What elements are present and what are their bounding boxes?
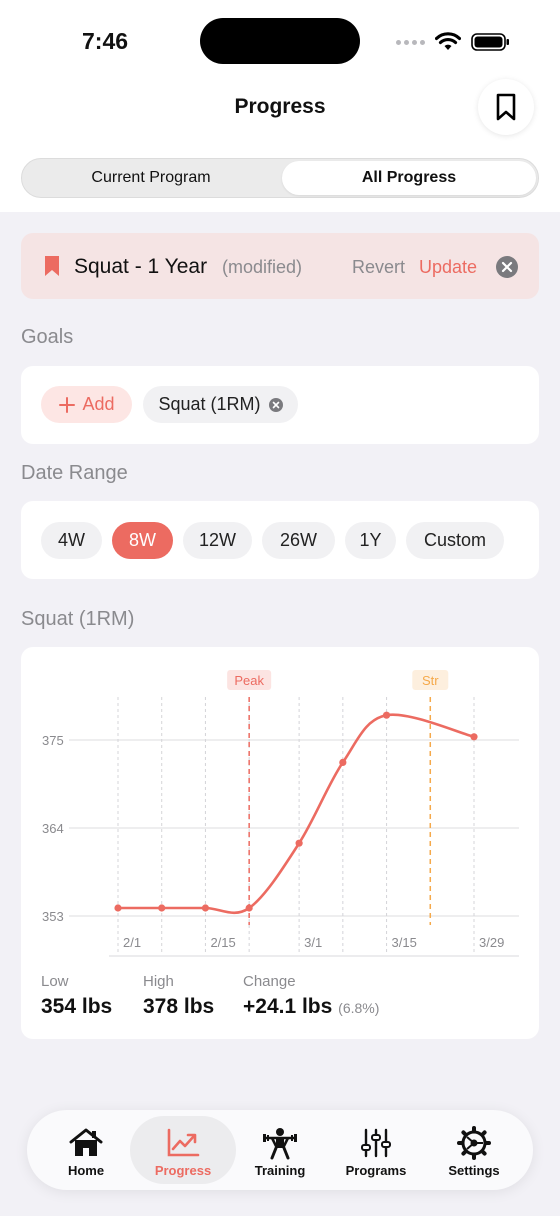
data-point <box>339 758 347 766</box>
close-icon[interactable] <box>496 256 518 278</box>
x-tick-label: 2/1 <box>123 935 141 950</box>
marker-label: Str <box>422 673 439 688</box>
y-tick-label: 375 <box>42 733 64 748</box>
x-tick-label: 3/15 <box>392 935 417 950</box>
dynamic-island <box>200 18 360 64</box>
chart-card: 353 364 375 2/1 2/15 3/1 3/15 3/29 Peak Str Low 3… <box>21 647 539 1039</box>
x-tick-label: 2/15 <box>210 935 235 950</box>
view-segmented-control: Current Program All Progress <box>21 158 539 198</box>
revert-button[interactable]: Revert <box>352 257 405 278</box>
chart-section-title: Squat (1RM) <box>21 608 135 630</box>
progress-chart: 353 364 375 2/1 2/15 3/1 3/15 3/29 Peak Str <box>42 670 519 957</box>
x-tick-label: 3/29 <box>479 935 504 950</box>
range-option-26w[interactable]: 26W <box>262 522 335 559</box>
status-indicators <box>396 30 511 54</box>
top-area: 7:46 Progress Current Program All Progre… <box>0 0 560 212</box>
x-tick-label: 3/1 <box>304 935 322 950</box>
goal-chip[interactable]: Squat (1RM) <box>143 386 298 423</box>
goal-chip-label: Squat (1RM) <box>158 394 261 414</box>
range-option-8w[interactable]: 8W <box>112 522 173 559</box>
tab-programs[interactable]: Programs <box>323 1116 429 1184</box>
tab-settings-label: Settings <box>448 1163 500 1178</box>
bookmark-button[interactable] <box>478 79 534 135</box>
signal-icon <box>396 39 425 45</box>
current-program-tab[interactable]: Current Program <box>24 161 278 195</box>
date-range-card: 4W 8W 12W 26W 1Y Custom <box>21 501 539 579</box>
tab-training-label: Training <box>254 1163 306 1178</box>
data-point <box>245 904 253 912</box>
range-option-1y[interactable]: 1Y <box>345 522 396 559</box>
high-value: 378 lbs <box>143 995 215 1018</box>
page-title: Progress <box>234 95 326 118</box>
low-value: 354 lbs <box>41 995 113 1018</box>
tab-home[interactable]: Home <box>33 1116 139 1184</box>
range-option-4w[interactable]: 4W <box>41 522 102 559</box>
chart-icon <box>167 1128 200 1157</box>
y-tick-label: 364 <box>42 821 64 836</box>
program-banner: Squat - 1 Year (modified) Revert Update <box>21 233 539 299</box>
tab-programs-label: Programs <box>345 1163 407 1178</box>
home-icon <box>69 1128 103 1156</box>
data-point <box>295 839 303 847</box>
remove-goal-icon[interactable] <box>268 397 283 412</box>
change-percent: (6.8%) <box>338 1000 380 1016</box>
tab-training[interactable]: Training <box>227 1116 333 1184</box>
battery-icon <box>471 33 509 51</box>
goals-card: Add Squat (1RM) <box>21 366 539 444</box>
high-label: High <box>143 973 174 990</box>
data-point <box>158 904 166 912</box>
change-label: Change <box>243 973 296 990</box>
status-time: 7:46 <box>82 28 129 54</box>
data-point <box>114 904 122 912</box>
all-progress-tab[interactable]: All Progress <box>282 161 536 195</box>
y-tick-label: 353 <box>42 909 64 924</box>
tab-progress-label: Progress <box>154 1163 212 1178</box>
sliders-icon <box>361 1128 391 1158</box>
plus-icon <box>59 396 76 413</box>
add-goal-button[interactable]: Add <box>41 386 132 423</box>
tab-home-label: Home <box>67 1163 105 1178</box>
range-option-12w[interactable]: 12W <box>183 522 252 559</box>
data-point <box>201 904 210 912</box>
add-goal-label: Add <box>82 394 115 414</box>
change-value: +24.1 lbs <box>243 995 333 1018</box>
tab-settings[interactable]: Settings <box>421 1116 527 1184</box>
goals-section-title: Goals <box>21 326 74 348</box>
gear-icon <box>457 1126 491 1160</box>
program-modified-label: (modified) <box>222 257 303 277</box>
change-value-row: +24.1 lbs (6.8%) <box>243 995 379 1019</box>
range-option-custom[interactable]: Custom <box>406 522 504 559</box>
update-button[interactable]: Update <box>419 257 477 278</box>
data-point <box>382 711 391 719</box>
bookmark-icon <box>496 93 516 121</box>
low-label: Low <box>41 973 69 990</box>
series-line <box>116 713 476 915</box>
bookmark-filled-icon <box>45 256 59 276</box>
data-point <box>470 733 478 741</box>
marker-label: Peak <box>234 673 264 688</box>
wifi-icon <box>435 32 461 50</box>
date-range-section-title: Date Range <box>21 462 128 484</box>
program-name: Squat - 1 Year <box>74 255 208 278</box>
tab-bar: Home Progress Training Programs Settings <box>27 1110 533 1190</box>
weightlifter-icon <box>263 1128 297 1160</box>
tab-progress[interactable]: Progress <box>130 1116 236 1184</box>
